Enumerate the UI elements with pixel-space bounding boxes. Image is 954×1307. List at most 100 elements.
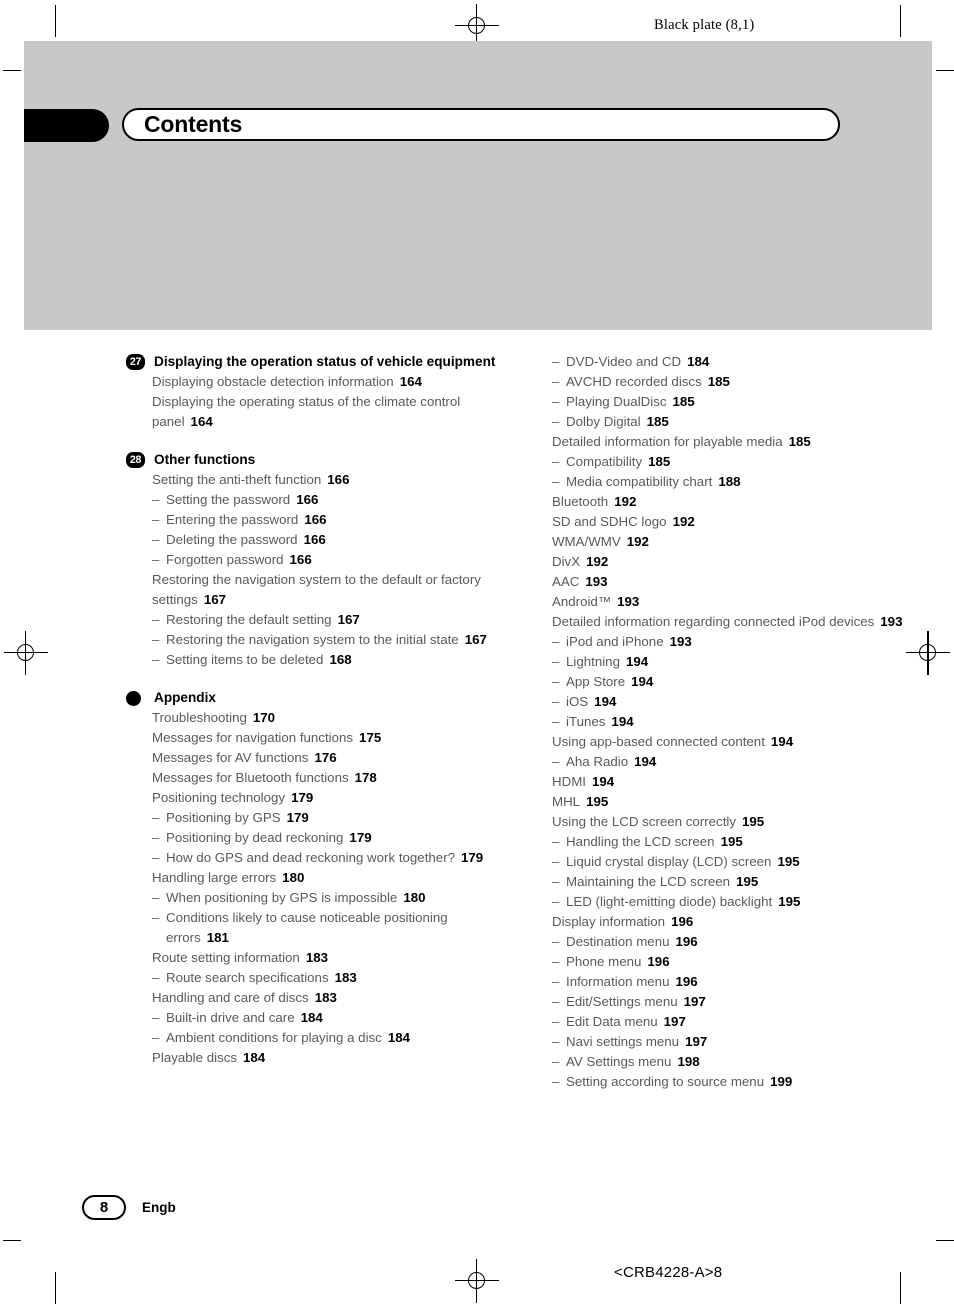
toc-subentry[interactable]: – How do GPS and dead reckoning work toge… [126,848,496,868]
toc-subentry[interactable]: – iOS 194 [526,692,926,712]
toc-subentry[interactable]: – Restoring the navigation system to the … [126,630,496,650]
toc-entry-page-number: 167 [337,612,360,627]
toc-entry[interactable]: Setting the anti-theft function 166 [126,470,496,490]
toc-entry[interactable]: Android™ 193 [526,592,926,612]
entry-dash-marker: – [152,632,160,647]
toc-entry-page-number: 164 [399,374,422,389]
toc-subentry[interactable]: – DVD-Video and CD 184 [526,352,926,372]
toc-chapter-heading[interactable]: Appendix [126,688,496,708]
toc-subentry[interactable]: – Navi settings menu 197 [526,1032,926,1052]
toc-entry-page-number: 167 [203,592,227,607]
toc-subentry[interactable]: – Dolby Digital 185 [526,412,926,432]
toc-entry-page-number: 168 [329,652,352,667]
toc-subentry[interactable]: – Deleting the password 166 [126,530,496,550]
entry-dash-marker: – [552,834,560,849]
toc-entry[interactable]: AAC 193 [526,572,926,592]
toc-entry[interactable]: Positioning technology 179 [126,788,496,808]
toc-chapter-heading[interactable]: 28 Other functions [126,450,496,470]
toc-subentry[interactable]: – When positioning by GPS is impossible 18… [126,888,496,908]
toc-entry-page-number: 167 [464,632,487,647]
toc-entry-label: Using app-based connected content [552,734,765,749]
toc-entry-page-number: 194 [594,694,617,709]
toc-entry-label: Deleting the password [166,532,298,547]
crop-mark-top-left-horizontal [3,70,21,71]
entry-dash-marker: – [152,810,160,825]
toc-entry-label: Phone menu [566,954,642,969]
toc-entry[interactable]: Restoring the navigation system to the d… [126,570,496,610]
toc-entry-label: App Store [566,674,626,689]
toc-entry[interactable]: Displaying obstacle detection informatio… [126,372,496,392]
toc-entry-page-number: 166 [303,532,326,547]
toc-subentry[interactable]: – Restoring the default setting 167 [126,610,496,630]
toc-entry-label: Android™ [552,594,612,609]
toc-entry-page-number: 180 [403,890,426,905]
toc-subentry[interactable]: – Playing DualDisc 185 [526,392,926,412]
page-number-badge: 8 [82,1195,126,1220]
toc-subentry[interactable]: – Route search specifications 183 [126,968,496,988]
toc-entry[interactable]: Messages for AV functions 176 [126,748,496,768]
toc-subentry[interactable]: – iPod and iPhone 193 [526,632,926,652]
toc-entry[interactable]: HDMI 194 [526,772,926,792]
toc-subentry[interactable]: – Liquid crystal display (LCD) screen 195 [526,852,926,872]
toc-entry-page-number: 194 [770,734,794,749]
toc-entry-page-number: 194 [591,774,615,789]
toc-entry[interactable]: Handling and care of discs 183 [126,988,496,1008]
toc-subentry[interactable]: – Phone menu 196 [526,952,926,972]
toc-subentry[interactable]: – Setting the password 166 [126,490,496,510]
toc-subentry[interactable]: – Positioning by dead reckoning 179 [126,828,496,848]
toc-subentry[interactable]: – AV Settings menu 198 [526,1052,926,1072]
toc-entry-page-number: 193 [669,634,692,649]
toc-subentry[interactable]: – App Store 194 [526,672,926,692]
toc-entry[interactable]: Troubleshooting 170 [126,708,496,728]
toc-entry[interactable]: DivX 192 [526,552,926,572]
toc-subentry[interactable]: – Edit/Settings menu 197 [526,992,926,1012]
toc-subentry[interactable]: – Aha Radio 194 [526,752,926,772]
toc-entry[interactable]: Detailed information regarding connected… [526,612,926,632]
toc-entry[interactable]: Using app-based connected content 194 [526,732,926,752]
toc-entry[interactable]: MHL 195 [526,792,926,812]
toc-entry[interactable]: Using the LCD screen correctly 195 [526,812,926,832]
toc-entry-label: Using the LCD screen correctly [552,814,737,829]
toc-subentry[interactable]: – Positioning by GPS 179 [126,808,496,828]
toc-subentry[interactable]: – Maintaining the LCD screen 195 [526,872,926,892]
toc-entry-label: iTunes [566,714,606,729]
toc-subentry[interactable]: – Setting according to source menu 199 [526,1072,926,1092]
toc-entry[interactable]: Playable discs 184 [126,1048,496,1068]
toc-entry-page-number: 179 [291,790,314,805]
toc-subentry[interactable]: – Media compatibility chart 188 [526,472,926,492]
toc-entry[interactable]: Messages for Bluetooth functions 178 [126,768,496,788]
toc-subentry[interactable]: – AVCHD recorded discs 185 [526,372,926,392]
toc-subentry[interactable]: – Built-in drive and care 184 [126,1008,496,1028]
toc-subentry[interactable]: – Edit Data menu 197 [526,1012,926,1032]
toc-entry[interactable]: Bluetooth 192 [526,492,926,512]
entry-dash-marker: – [152,1030,160,1045]
toc-entry-page-number: 176 [314,750,337,765]
toc-entry[interactable]: Messages for navigation functions 175 [126,728,496,748]
toc-subentry[interactable]: – LED (light-emitting diode) backlight 195 [526,892,926,912]
toc-entry[interactable]: Displaying the operating status of the c… [126,392,496,432]
toc-subentry[interactable]: – iTunes 194 [526,712,926,732]
entry-dash-marker: – [552,414,560,429]
toc-subentry[interactable]: – Destination menu 196 [526,932,926,952]
toc-subentry[interactable]: – Handling the LCD screen 195 [526,832,926,852]
toc-entry[interactable]: Detailed information for playable media 1… [526,432,926,452]
toc-entry-page-number: 183 [305,950,329,965]
toc-entry[interactable]: WMA/WMV 192 [526,532,926,552]
entry-dash-marker: – [152,512,160,527]
toc-entry[interactable]: Handling large errors 180 [126,868,496,888]
toc-subentry[interactable]: – Ambient conditions for playing a disc 18… [126,1028,496,1048]
toc-subentry[interactable]: – Setting items to be deleted 168 [126,650,496,670]
toc-subentry[interactable]: – Compatibility 185 [526,452,926,472]
toc-entry-page-number: 193 [617,594,640,609]
toc-entry-label: Handling large errors [152,870,277,885]
toc-entry[interactable]: Display information 196 [526,912,926,932]
toc-entry[interactable]: Route setting information 183 [126,948,496,968]
toc-subentry[interactable]: – Entering the password 166 [126,510,496,530]
toc-entry[interactable]: SD and SDHC logo 192 [526,512,926,532]
toc-subentry[interactable]: – Forgotten password 166 [126,550,496,570]
toc-subentry[interactable]: – Conditions likely to cause noticeable p… [126,908,496,948]
toc-chapter-heading[interactable]: 27 Displaying the operation status of veh… [126,352,496,372]
toc-entry-label: Positioning by GPS [166,810,281,825]
toc-subentry[interactable]: – Information menu 196 [526,972,926,992]
toc-subentry[interactable]: – Lightning 194 [526,652,926,672]
